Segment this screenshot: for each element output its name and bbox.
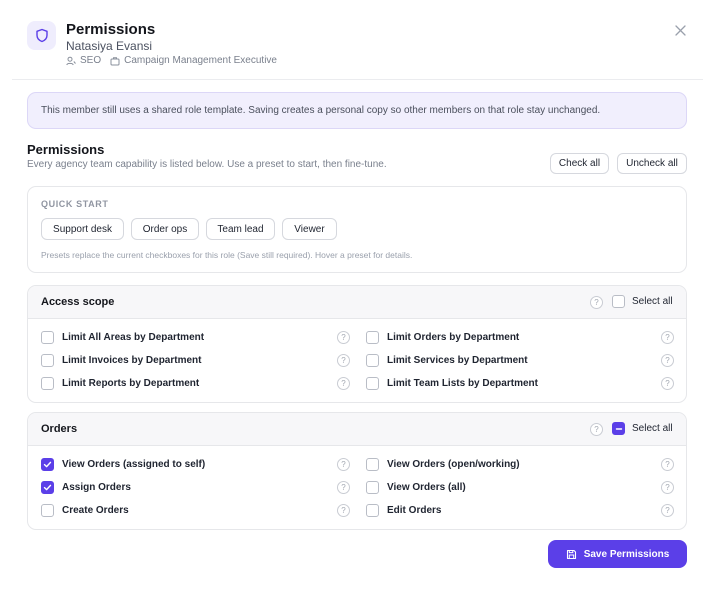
close-icon[interactable] [672,22,688,38]
permission-checkbox[interactable] [41,331,54,344]
select-all-label: Select all [632,423,673,434]
permission-label: Limit Orders by Department [387,332,520,343]
check-all-button[interactable]: Check all [550,153,609,174]
help-icon[interactable]: ? [337,458,350,471]
save-permissions-button[interactable]: Save Permissions [548,540,687,568]
help-icon[interactable]: ? [337,354,350,367]
permission-checkbox[interactable] [41,377,54,390]
permission-label: Create Orders [62,505,129,516]
group-title: Access scope [41,296,115,308]
select-all-checkbox[interactable] [612,295,625,308]
role-label: Campaign Management Executive [124,55,277,66]
permission-checkbox[interactable] [366,481,379,494]
select-all-checkbox[interactable] [612,422,625,435]
help-icon[interactable]: ? [590,423,603,436]
help-icon[interactable]: ? [661,481,674,494]
save-label: Save Permissions [583,548,670,560]
shared-template-banner: This member still uses a shared role tem… [27,92,687,129]
permission-label: Limit Reports by Department [62,378,200,389]
preset-viewer[interactable]: Viewer [282,218,337,240]
help-icon[interactable]: ? [661,331,674,344]
uncheck-all-button[interactable]: Uncheck all [617,153,687,174]
select-all-label: Select all [632,296,673,307]
permission-label: Limit All Areas by Department [62,332,205,343]
permission-checkbox[interactable] [366,377,379,390]
dialog-header: Permissions Natasiya Evansi SEO Campaign… [0,0,714,80]
quick-start-note: Presets replace the current checkboxes f… [41,250,413,260]
group-title: Orders [41,423,78,435]
department-tag: SEO [66,55,101,66]
check-icon [43,484,52,491]
permission-checkbox[interactable] [41,481,54,494]
permission-checkbox[interactable] [366,458,379,471]
minus-icon [615,427,622,430]
preset-team-lead[interactable]: Team lead [206,218,275,240]
permission-label: Limit Invoices by Department [62,355,202,366]
permission-label: Limit Team Lists by Department [387,378,538,389]
check-icon [43,461,52,468]
shield-icon [27,21,56,50]
permission-checkbox[interactable] [41,504,54,517]
group-orders: Orders ? Select all View Orders (assigne… [27,412,687,530]
help-icon[interactable]: ? [661,458,674,471]
permission-checkbox[interactable] [366,331,379,344]
permission-label: View Orders (assigned to self) [62,459,206,470]
briefcase-icon [110,56,120,65]
preset-support-desk[interactable]: Support desk [41,218,124,240]
permission-checkbox[interactable] [366,504,379,517]
permission-label: Limit Services by Department [387,355,528,366]
help-icon[interactable]: ? [337,377,350,390]
save-icon [566,549,576,559]
quick-start-label: QUICK START [41,199,109,209]
member-meta: SEO Campaign Management Executive [66,55,286,66]
help-icon[interactable]: ? [661,354,674,367]
permission-checkbox[interactable] [41,354,54,367]
help-icon[interactable]: ? [661,504,674,517]
help-icon[interactable]: ? [337,481,350,494]
permission-checkbox[interactable] [366,354,379,367]
permission-label: View Orders (all) [387,482,466,493]
permission-checkbox[interactable] [41,458,54,471]
group-header: Access scope ? Select all [28,286,686,319]
help-icon[interactable]: ? [337,331,350,344]
help-icon[interactable]: ? [337,504,350,517]
department-label: SEO [80,55,102,66]
group-header: Orders ? Select all [28,413,686,446]
preset-order-ops[interactable]: Order ops [131,218,199,240]
permission-label: Edit Orders [387,505,442,516]
group-access-scope: Access scope ? Select all Limit All Area… [27,285,687,403]
role-tag: Campaign Management Executive [110,55,277,66]
help-icon[interactable]: ? [661,377,674,390]
member-name: Natasiya Evansi [66,39,153,53]
permission-label: View Orders (open/working) [387,459,520,470]
permission-label: Assign Orders [62,482,131,493]
permissions-title: Permissions [27,142,105,157]
user-icon [66,56,76,65]
permissions-description: Every agency team capability is listed b… [27,159,387,170]
page-title: Permissions [66,21,156,38]
help-icon[interactable]: ? [590,296,603,309]
header-divider [12,79,703,80]
quick-start-panel: QUICK START Support desk Order ops Team … [27,186,687,273]
